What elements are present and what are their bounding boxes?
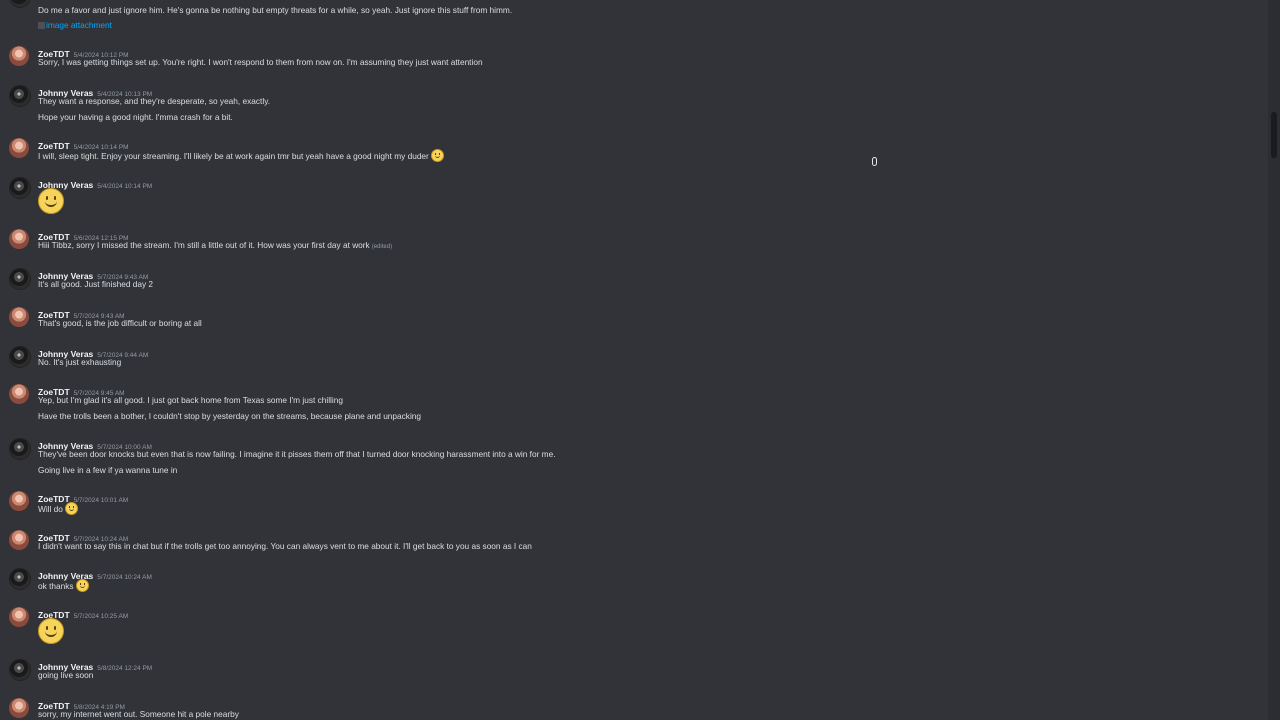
slightly-smiling-face-emoji-icon (75, 579, 89, 592)
message-text: Do me a favor and just ignore him. He's … (38, 5, 513, 15)
slightly-smiling-face-emoji-icon (38, 188, 64, 214)
avatar-zoetdt[interactable] (9, 698, 29, 718)
timestamp: 5/4/2024 10:14 PM (97, 183, 153, 190)
timestamp: 5/7/2024 10:24 AM (97, 574, 152, 581)
message-header: Johnny Veras 5/4/2024 10:13 PM (38, 83, 152, 98)
message-header: ZoeTDT 5/7/2024 9:45 AM (38, 382, 125, 397)
message-text: It's all good. Just finished day 2 (38, 279, 154, 289)
slightly-smiling-face-emoji-icon (38, 618, 64, 644)
avatar-johnny-veras[interactable] (9, 177, 31, 199)
message-text: Will do (38, 502, 78, 515)
message-text: They want a response, and they're desper… (38, 96, 271, 106)
message-header: Johnny Veras 5/7/2024 9:43 AM (38, 266, 148, 281)
message-header: Johnny Veras 5/7/2024 10:24 AM (38, 566, 152, 581)
message-header: Johnny Veras 5/8/2024 12:24 PM (38, 657, 153, 672)
message-text: Have the trolls been a bother, I couldn'… (38, 411, 422, 421)
avatar-zoetdt[interactable] (9, 607, 29, 627)
edited-label: (edited) (371, 244, 393, 250)
message-text: Hiii Tibbz, sorry I missed the stream. I… (38, 240, 393, 250)
avatar-zoetdt[interactable] (9, 138, 29, 158)
avatar-johnny-veras[interactable] (9, 438, 31, 460)
chat-message-list[interactable]: Do me a favor and just ignore him. He's … (0, 0, 1268, 720)
message-text: Yep, but I'm glad it's all good. I just … (38, 395, 343, 405)
message-header: ZoeTDT 5/7/2024 10:01 AM (38, 489, 129, 504)
message-text: sorry, my internet went out. Someone hit… (38, 709, 239, 719)
timestamp: 5/8/2024 12:24 PM (97, 665, 153, 672)
avatar-johnny-veras[interactable] (9, 268, 31, 290)
message-text: Sorry, I was getting things set up. You'… (38, 57, 483, 67)
message-text: They've been door knocks but even that i… (38, 449, 556, 459)
message-header: ZoeTDT 5/4/2024 10:12 PM (38, 44, 129, 59)
slightly-smiling-face-emoji-icon (64, 502, 78, 515)
message-text: That's good, is the job difficult or bor… (38, 318, 202, 328)
message-text: going live soon (38, 670, 94, 680)
message-header: ZoeTDT 5/6/2024 12:15 PM (38, 227, 129, 242)
message-text: No. It's just exhausting (38, 357, 122, 367)
avatar-johnny-veras[interactable] (9, 659, 31, 681)
timestamp: 5/7/2024 10:01 AM (73, 497, 129, 504)
message-header: ZoeTDT 5/7/2024 10:25 AM (38, 605, 129, 620)
message-header: ZoeTDT 5/7/2024 9:43 AM (38, 305, 125, 320)
avatar-johnny-veras[interactable] (9, 568, 31, 590)
avatar-zoetdt[interactable] (9, 46, 29, 66)
avatar-zoetdt[interactable] (9, 530, 29, 550)
slightly-smiling-face-emoji-icon (430, 149, 444, 162)
message-header: Johnny Veras 5/7/2024 10:00 AM (38, 436, 152, 451)
avatar-johnny-veras[interactable] (9, 0, 31, 8)
chat-scrollbar[interactable] (1268, 0, 1280, 720)
avatar-zoetdt[interactable] (9, 229, 29, 249)
message-header: Johnny Veras 5/7/2024 9:44 AM (38, 344, 148, 359)
avatar-johnny-veras[interactable] (9, 346, 31, 368)
message-header: ZoeTDT 5/8/2024 4:19 PM (38, 696, 125, 711)
message-header: Johnny Veras 5/4/2024 10:14 PM (38, 175, 153, 190)
message-header: ZoeTDT 5/7/2024 10:24 AM (38, 528, 128, 543)
broken-image-icon (38, 22, 45, 29)
timestamp: 5/7/2024 10:25 AM (73, 613, 129, 620)
avatar-zoetdt[interactable] (9, 384, 29, 404)
message-text: ok thanks (38, 579, 89, 592)
avatar-johnny-veras[interactable] (9, 85, 31, 107)
scrollbar-thumb[interactable] (1271, 112, 1277, 158)
message-text: Going live in a few if ya wanna tune in (38, 465, 178, 475)
message-header: ZoeTDT 5/4/2024 10:14 PM (38, 136, 129, 151)
message-text: I will, sleep tight. Enjoy your streamin… (38, 149, 444, 162)
mouse-cursor-icon (872, 157, 877, 166)
message-text: I didn't want to say this in chat but if… (38, 541, 532, 551)
image-attachment-link[interactable]: image attachment (38, 20, 112, 30)
message-text: Hope your having a good night. I'mma cra… (38, 112, 233, 122)
avatar-zoetdt[interactable] (9, 307, 29, 327)
avatar-zoetdt[interactable] (9, 491, 29, 511)
